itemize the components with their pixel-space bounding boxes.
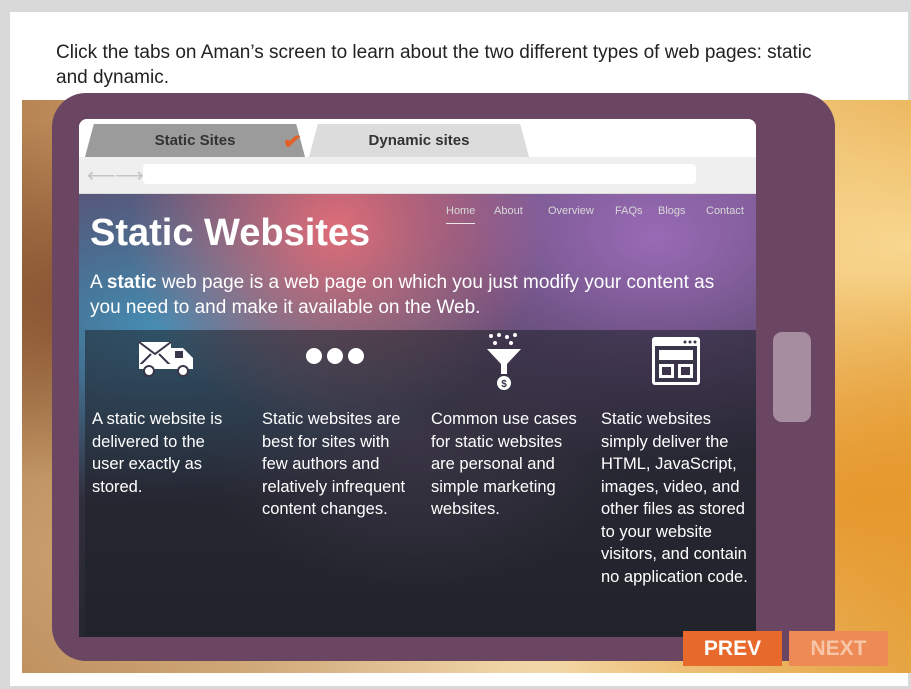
intro-text: A static web page is a web page on which… [90,270,730,320]
back-arrow-icon[interactable]: ⟵ [87,163,116,188]
website-content: Home About Overview FAQs Blogs Contact S… [79,194,756,637]
feature-columns: A static website is delivered to the use… [85,330,756,637]
three-dots-icon [305,346,365,371]
site-nav-contact[interactable]: Contact [706,205,744,217]
delivery-truck-icon [137,338,195,383]
frame-top [0,0,911,12]
page-heading: Static Websites [90,212,371,254]
site-nav-about[interactable]: About [494,205,523,217]
address-bar[interactable] [143,164,696,184]
tab-dynamic-sites[interactable]: Dynamic sites [309,124,529,157]
browser-window: Static Sites Dynamic sites ✔ ⟵ ⟶ Home Ab… [79,119,756,637]
frame-left [0,0,10,689]
instruction-text: Click the tabs on Aman’s screen to learn… [56,42,812,88]
intro-prefix: A [90,272,107,293]
forward-arrow-icon[interactable]: ⟶ [115,163,144,188]
checkmark-icon: ✔ [281,127,304,156]
browser-navbar: ⟵ ⟶ [79,157,756,194]
prev-button[interactable]: PREV [683,631,782,666]
next-button[interactable]: NEXT [789,631,888,666]
money-funnel-icon: $ [485,332,525,397]
tablet-home-button [773,332,811,422]
column-text-use-cases: Common use cases for static websites are… [431,410,577,518]
intro-bold: static [106,272,157,293]
intro-rest: web page is a web page on which you just… [90,272,715,318]
column-text-deliver-files: Static websites simply deliver the HTML,… [601,410,748,586]
site-nav-faqs[interactable]: FAQs [615,205,643,217]
site-nav-home[interactable]: Home [446,205,476,224]
tab-static-sites[interactable]: Static Sites [85,124,305,157]
column-text-delivered: A static website is delivered to the use… [92,410,223,496]
site-nav-overview[interactable]: Overview [548,205,594,217]
svg-text:$: $ [501,379,507,390]
tab-bar: Static Sites Dynamic sites ✔ [79,119,756,157]
webpage-layout-icon [651,336,701,391]
column-text-best-for: Static websites are best for sites with … [262,410,406,518]
site-nav-blogs[interactable]: Blogs [658,205,686,217]
